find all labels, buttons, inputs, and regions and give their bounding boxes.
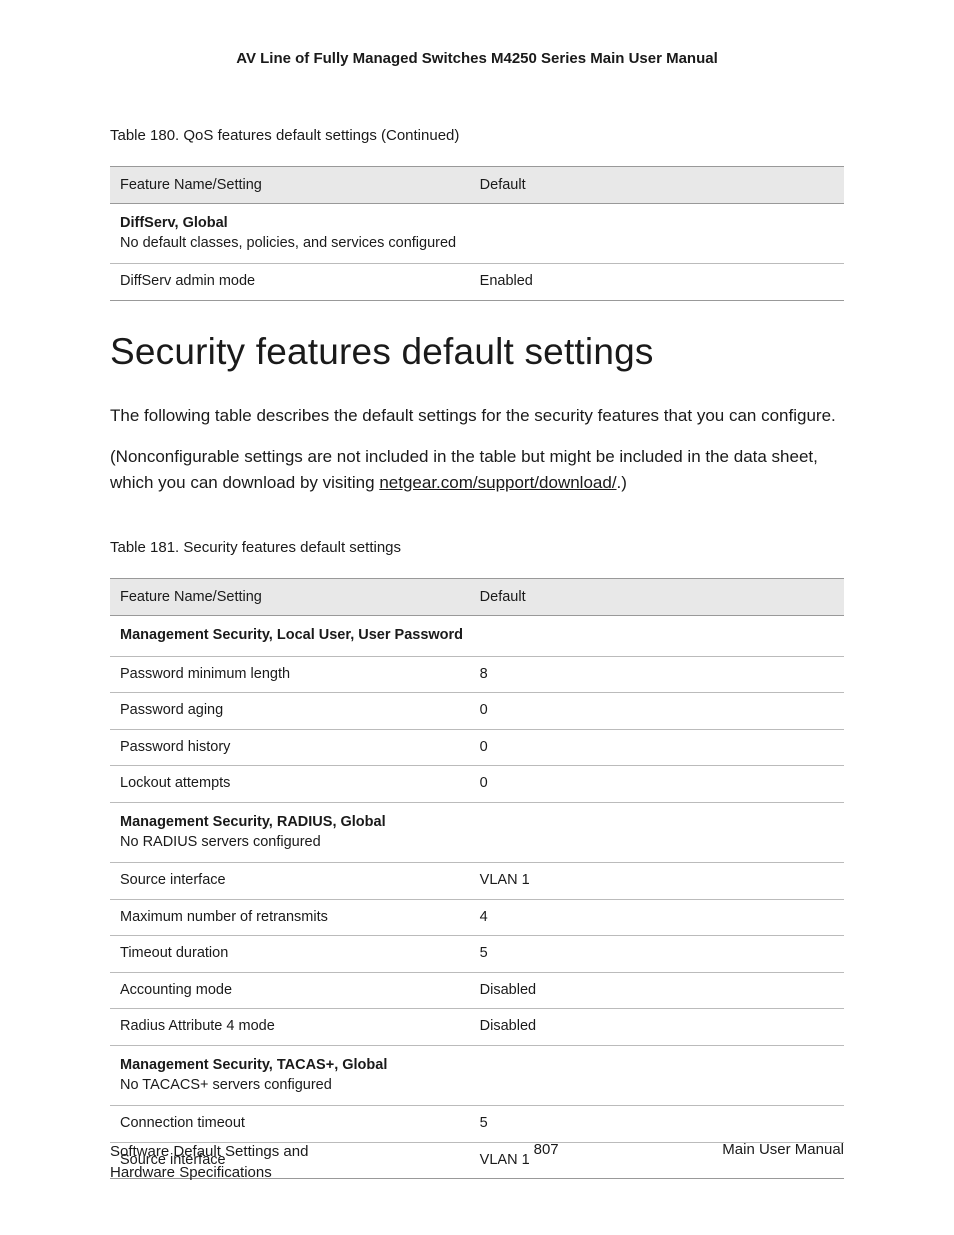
feature-cell: Password aging xyxy=(110,693,470,730)
table-row: Maximum number of retransmits4 xyxy=(110,899,844,936)
table-row: Radius Attribute 4 modeDisabled xyxy=(110,1009,844,1046)
section-heading-cell: Management Security, Local User, User Pa… xyxy=(110,616,844,657)
default-cell: VLAN 1 xyxy=(470,863,844,900)
column-header-feature: Feature Name/Setting xyxy=(110,167,470,204)
table-row: Timeout duration5 xyxy=(110,936,844,973)
section-subtitle: No default classes, policies, and servic… xyxy=(120,235,456,251)
table-row: Accounting modeDisabled xyxy=(110,972,844,1009)
feature-cell: Maximum number of retransmits xyxy=(110,899,470,936)
default-cell: 5 xyxy=(470,1106,844,1143)
paragraph-text: .) xyxy=(617,473,627,492)
column-header-default: Default xyxy=(470,579,844,616)
footer-right: Main User Manual xyxy=(722,1141,844,1158)
feature-cell: Accounting mode xyxy=(110,972,470,1009)
default-cell: 0 xyxy=(470,693,844,730)
footer-left: Software Default Settings and Hardware S… xyxy=(110,1141,370,1183)
feature-cell: Timeout duration xyxy=(110,936,470,973)
table-row: Password aging0 xyxy=(110,693,844,730)
section-heading-cell: Management Security, RADIUS, Global No R… xyxy=(110,803,844,863)
table-row: Management Security, RADIUS, Global No R… xyxy=(110,803,844,863)
table-row: Password minimum length8 xyxy=(110,656,844,693)
table-181-caption: Table 181. Security features default set… xyxy=(110,539,844,556)
section-title: Management Security, TACAS+, Global xyxy=(120,1057,387,1073)
section-heading-cell: DiffServ, Global No default classes, pol… xyxy=(110,204,844,264)
table-row: Password history0 xyxy=(110,729,844,766)
feature-cell: Lockout attempts xyxy=(110,766,470,803)
section-title: Management Security, Local User, User Pa… xyxy=(120,627,463,643)
section-subtitle: No TACACS+ servers configured xyxy=(120,1077,332,1093)
default-cell: 4 xyxy=(470,899,844,936)
table-180: Feature Name/Setting Default DiffServ, G… xyxy=(110,166,844,301)
table-row: Source interfaceVLAN 1 xyxy=(110,863,844,900)
table-row: Management Security, Local User, User Pa… xyxy=(110,616,844,657)
table-row: Lockout attempts0 xyxy=(110,766,844,803)
feature-cell: Password minimum length xyxy=(110,656,470,693)
table-row: Management Security, TACAS+, Global No T… xyxy=(110,1045,844,1105)
default-cell: 0 xyxy=(470,766,844,803)
feature-cell: Radius Attribute 4 mode xyxy=(110,1009,470,1046)
default-cell: Disabled xyxy=(470,1009,844,1046)
section-heading-cell: Management Security, TACAS+, Global No T… xyxy=(110,1045,844,1105)
table-row: Connection timeout5 xyxy=(110,1106,844,1143)
default-cell: Disabled xyxy=(470,972,844,1009)
page-header-title: AV Line of Fully Managed Switches M4250 … xyxy=(110,50,844,67)
column-header-feature: Feature Name/Setting xyxy=(110,579,470,616)
column-header-default: Default xyxy=(470,167,844,204)
table-row: Feature Name/Setting Default xyxy=(110,167,844,204)
table-row: DiffServ admin mode Enabled xyxy=(110,264,844,301)
section-title: DiffServ, Global xyxy=(120,215,228,231)
section-subtitle: No RADIUS servers configured xyxy=(120,834,321,850)
body-paragraph: (Nonconfigurable settings are not includ… xyxy=(110,444,844,495)
feature-cell: DiffServ admin mode xyxy=(110,264,470,301)
table-row: Feature Name/Setting Default xyxy=(110,579,844,616)
feature-cell: Source interface xyxy=(110,863,470,900)
table-row: DiffServ, Global No default classes, pol… xyxy=(110,204,844,264)
support-link[interactable]: netgear.com/support/download/ xyxy=(379,473,616,492)
feature-cell: Connection timeout xyxy=(110,1106,470,1143)
default-cell: 0 xyxy=(470,729,844,766)
body-paragraph: The following table describes the defaul… xyxy=(110,403,844,429)
feature-cell: Password history xyxy=(110,729,470,766)
default-cell: Enabled xyxy=(470,264,844,301)
section-heading: Security features default settings xyxy=(110,331,844,373)
table-181: Feature Name/Setting Default Management … xyxy=(110,578,844,1179)
default-cell: 5 xyxy=(470,936,844,973)
page-footer: Software Default Settings and Hardware S… xyxy=(110,1141,844,1183)
default-cell: 8 xyxy=(470,656,844,693)
section-title: Management Security, RADIUS, Global xyxy=(120,814,386,830)
table-180-caption: Table 180. QoS features default settings… xyxy=(110,127,844,144)
page-number: 807 xyxy=(534,1141,559,1158)
